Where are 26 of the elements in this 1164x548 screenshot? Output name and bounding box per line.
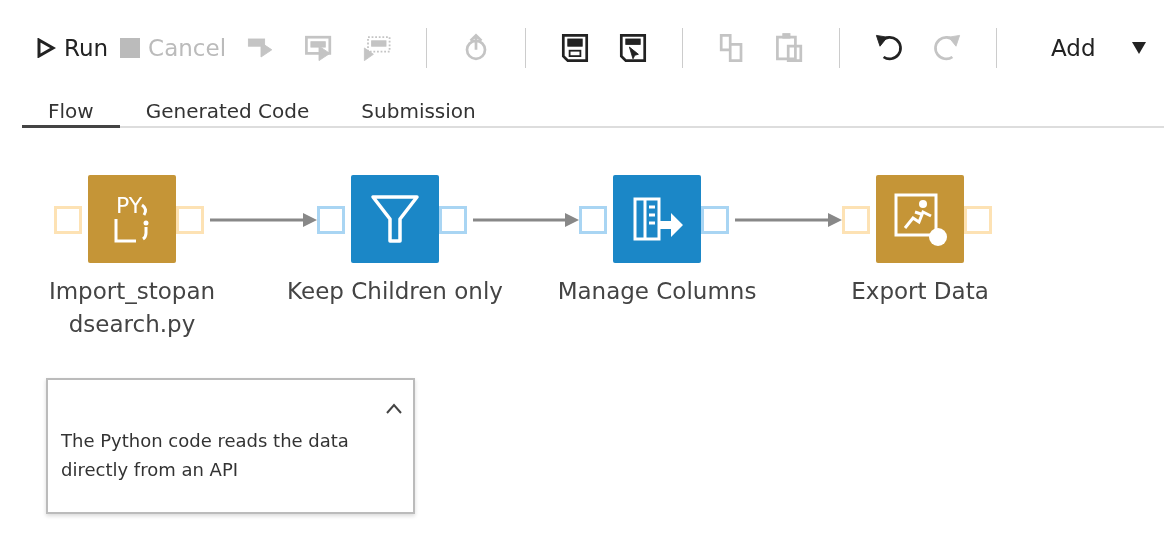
- node-label: Import_stopan dsearch.py: [47, 277, 217, 339]
- output-port[interactable]: [439, 206, 467, 234]
- tab[interactable]: Flow: [22, 96, 120, 128]
- tab[interactable]: Generated Code: [119, 96, 336, 128]
- node-label: Export Data: [850, 277, 990, 306]
- output-port[interactable]: [701, 206, 729, 234]
- note-text: The Python code reads the data directly from an API: [61, 429, 350, 482]
- input-port[interactable]: [54, 206, 82, 234]
- play-icon: [36, 38, 56, 58]
- collapse-chevron-icon[interactable]: [385, 402, 403, 415]
- tab[interactable]: Submission: [335, 96, 502, 128]
- run-button[interactable]: Run: [30, 26, 115, 70]
- flow-node[interactable]: [876, 175, 964, 263]
- output-port[interactable]: [176, 206, 204, 234]
- output-port[interactable]: [964, 206, 992, 234]
- node-label: Manage Columns: [556, 277, 758, 306]
- input-port[interactable]: [579, 206, 607, 234]
- flow-node[interactable]: [613, 175, 701, 263]
- caret-icon: [1131, 42, 1146, 54]
- input-port[interactable]: [317, 206, 345, 234]
- flow-node[interactable]: [351, 175, 439, 263]
- stop-icon: [120, 38, 141, 58]
- icon-letters: PY: [116, 193, 143, 218]
- input-port[interactable]: [842, 206, 870, 234]
- add-menu-button[interactable]: Add: [1045, 26, 1152, 70]
- node-label: Keep Children only: [286, 277, 504, 306]
